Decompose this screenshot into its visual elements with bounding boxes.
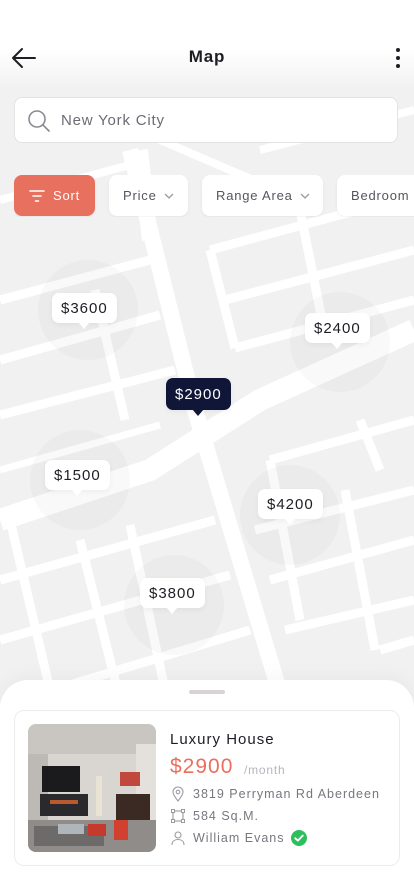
price-filter[interactable]: Price: [109, 175, 188, 216]
price-marker[interactable]: $3800: [140, 578, 205, 614]
bedroom-filter[interactable]: Bedroom: [337, 175, 414, 216]
listing-area: 584 Sq.M.: [170, 808, 259, 824]
search-bar: [14, 97, 398, 143]
dot-icon: [396, 64, 400, 68]
header-bar: Map: [0, 0, 414, 90]
range-area-filter-label: Range Area: [216, 188, 293, 203]
more-options-button[interactable]: [388, 42, 408, 74]
address-text: 3819 Perryman Rd Aberdeen: [193, 787, 380, 801]
search-input[interactable]: [61, 98, 381, 142]
listing-title: Luxury House: [170, 731, 275, 748]
price-marker-selected[interactable]: $2900: [166, 378, 231, 416]
bedroom-filter-label: Bedroom: [351, 188, 410, 203]
bottom-sheet: Luxury House $2900 /month 3819 Perryman …: [0, 680, 414, 896]
price-unit: /month: [244, 763, 286, 777]
property-photo: [28, 724, 156, 852]
filter-chips: Sort Price Range Area Bedroom: [14, 175, 414, 217]
dot-icon: [396, 48, 400, 52]
sheet-handle[interactable]: [189, 690, 225, 694]
user-icon: [171, 831, 185, 846]
sort-label: Sort: [52, 188, 81, 203]
agent-name: William Evans: [193, 831, 285, 845]
listing-address: 3819 Perryman Rd Aberdeen: [170, 786, 380, 802]
area-icon: [171, 809, 185, 823]
range-area-filter[interactable]: Range Area: [202, 175, 323, 216]
verified-check-icon: [290, 830, 307, 846]
search-icon: [28, 110, 50, 132]
chevron-down-icon: [164, 193, 174, 199]
dot-icon: [396, 56, 400, 60]
sort-icon: [29, 189, 45, 202]
page-title: Map: [188, 47, 226, 66]
area-text: 584 Sq.M.: [193, 809, 259, 823]
price-marker[interactable]: $3600: [52, 293, 117, 329]
price-marker[interactable]: $2400: [305, 313, 370, 349]
price-marker[interactable]: $1500: [45, 460, 110, 496]
listing-card[interactable]: Luxury House $2900 /month 3819 Perryman …: [14, 710, 400, 866]
chevron-down-icon: [300, 193, 310, 199]
price-filter-label: Price: [123, 188, 157, 203]
location-pin-icon: [172, 786, 184, 802]
price-marker[interactable]: $4200: [258, 489, 323, 525]
sort-button[interactable]: Sort: [14, 175, 95, 216]
listing-agent: William Evans: [170, 830, 314, 846]
listing-price: $2900: [170, 755, 234, 778]
